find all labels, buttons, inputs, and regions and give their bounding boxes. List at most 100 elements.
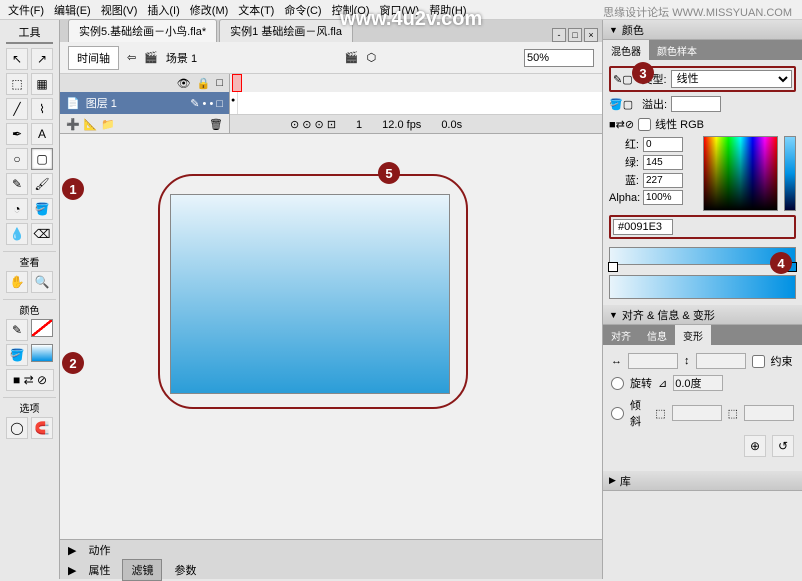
- copy-transform-button[interactable]: ⊕: [744, 435, 766, 457]
- add-layer-icon[interactable]: ➕: [66, 118, 80, 131]
- oval-tool[interactable]: ○: [6, 148, 28, 170]
- paint-bucket-tool[interactable]: 🪣: [31, 198, 53, 220]
- subselection-tool[interactable]: ↗: [31, 48, 53, 70]
- rotate-input[interactable]: [673, 375, 723, 391]
- gradient-stop-left[interactable]: [608, 262, 618, 272]
- back-icon[interactable]: ⇦: [127, 51, 136, 64]
- menu-window[interactable]: 窗口(W): [376, 0, 424, 20]
- actions-tab[interactable]: 动作: [80, 540, 118, 560]
- menu-edit[interactable]: 编辑(E): [50, 0, 95, 20]
- edit-scene-icon[interactable]: 🎬: [345, 51, 359, 64]
- info-tab[interactable]: 信息: [639, 325, 675, 345]
- selection-tool[interactable]: ↖: [6, 48, 28, 70]
- menu-modify[interactable]: 修改(M): [186, 0, 233, 20]
- scene-name[interactable]: 场景 1: [166, 50, 197, 66]
- timeline-button[interactable]: 时间轴: [68, 46, 119, 70]
- layer-row[interactable]: 📄 图层 1 ✎ • • □: [60, 92, 229, 114]
- window-maximize[interactable]: □: [568, 28, 582, 42]
- alpha-input[interactable]: [643, 190, 683, 205]
- reset-transform-button[interactable]: ↺: [772, 435, 794, 457]
- properties-tab[interactable]: 属性: [80, 560, 118, 580]
- toolbox-title: 工具: [6, 22, 53, 44]
- menu-file[interactable]: 文件(F): [4, 0, 48, 20]
- green-input[interactable]: [643, 155, 683, 170]
- onion-skin-icons[interactable]: ⊙ ⊙ ⊙ ⊡: [290, 118, 336, 131]
- menu-view[interactable]: 视图(V): [97, 0, 142, 20]
- swatches-tab[interactable]: 颜色样本: [649, 40, 705, 60]
- height-input[interactable]: [696, 353, 746, 369]
- lasso-tool[interactable]: ⌇: [31, 98, 53, 120]
- constrain-checkbox[interactable]: [752, 355, 765, 368]
- overflow-select[interactable]: [671, 96, 721, 112]
- red-input[interactable]: [643, 137, 683, 152]
- linear-rgb-checkbox[interactable]: [638, 118, 651, 131]
- rotate-radio[interactable]: [611, 377, 624, 390]
- skew-v-input[interactable]: [744, 405, 794, 421]
- align-tab[interactable]: 对齐: [603, 325, 639, 345]
- stroke-color-swatch[interactable]: [31, 319, 53, 337]
- library-panel-header[interactable]: ▶库: [603, 471, 802, 491]
- hand-tool[interactable]: ✋: [6, 271, 28, 293]
- option-object-drawing[interactable]: ◯: [6, 417, 28, 439]
- edit-symbols-icon[interactable]: ⬡: [367, 51, 377, 64]
- window-close[interactable]: ×: [584, 28, 598, 42]
- free-transform-tool[interactable]: ⬚: [6, 73, 28, 95]
- color-picker[interactable]: [703, 136, 778, 211]
- width-input[interactable]: [628, 353, 678, 369]
- text-tool[interactable]: A: [31, 123, 53, 145]
- fill-type-select[interactable]: 线性: [671, 70, 792, 88]
- skew-label: 倾斜: [630, 397, 649, 429]
- frame-row[interactable]: [230, 92, 602, 114]
- window-minimize[interactable]: -: [552, 28, 566, 42]
- zoom-select[interactable]: [524, 49, 594, 67]
- color-panel-header[interactable]: ▼颜色: [603, 20, 802, 40]
- outline-icon[interactable]: □: [216, 77, 223, 89]
- option-snap[interactable]: 🧲: [31, 417, 53, 439]
- drawn-rectangle[interactable]: [170, 194, 450, 394]
- color-controls[interactable]: ■ ⇄ ⊘: [6, 369, 54, 391]
- ink-bottle-tool[interactable]: ◔: [6, 198, 28, 220]
- eye-icon[interactable]: 👁: [177, 77, 191, 90]
- eraser-tool[interactable]: ⌫: [31, 223, 53, 245]
- layer-icon: 📄: [66, 97, 80, 110]
- pen-tool[interactable]: ✒: [6, 123, 28, 145]
- gradient-transform-tool[interactable]: ▦: [31, 73, 53, 95]
- color-mode-icons[interactable]: ■⇄⊘: [609, 118, 634, 131]
- menu-commands[interactable]: 命令(C): [280, 0, 325, 20]
- menu-text[interactable]: 文本(T): [234, 0, 278, 20]
- brush-tool[interactable]: 🖌: [31, 173, 53, 195]
- menu-insert[interactable]: 插入(I): [143, 0, 183, 20]
- skew-radio[interactable]: [611, 407, 624, 420]
- menu-help[interactable]: 帮助(H): [425, 0, 470, 20]
- rectangle-tool[interactable]: ▢: [31, 148, 53, 170]
- mixer-tab[interactable]: 混色器: [603, 40, 649, 60]
- delete-layer-icon[interactable]: 🗑: [209, 118, 223, 131]
- skew-h-input[interactable]: [672, 405, 722, 421]
- scene-icon: 🎬: [144, 51, 158, 64]
- doc-tab-active[interactable]: 实例5.基础绘画－小鸟.fla*: [68, 19, 217, 42]
- luminosity-bar[interactable]: [784, 136, 796, 211]
- filters-tab[interactable]: 滤镜: [122, 559, 162, 581]
- line-tool[interactable]: ╱: [6, 98, 28, 120]
- fill-color-swatch[interactable]: [31, 344, 53, 362]
- playhead[interactable]: [232, 74, 242, 92]
- gradient-editor[interactable]: [609, 247, 796, 265]
- eyedropper-tool[interactable]: 💧: [6, 223, 28, 245]
- transform-tab[interactable]: 变形: [675, 325, 711, 345]
- fill-swatch-icon[interactable]: 🪣▢: [609, 98, 633, 111]
- pencil-tool[interactable]: ✎: [6, 173, 28, 195]
- menu-control[interactable]: 控制(O): [328, 0, 374, 20]
- add-folder-icon[interactable]: 📁: [101, 118, 115, 131]
- align-panel-header[interactable]: ▼对齐 & 信息 & 变形: [603, 305, 802, 325]
- lock-icon[interactable]: 🔒: [197, 77, 211, 90]
- add-guide-icon[interactable]: 📐: [84, 118, 98, 131]
- doc-tab-inactive[interactable]: 实例1 基础绘画－风.fla: [219, 19, 353, 42]
- blue-input[interactable]: [643, 173, 683, 188]
- stroke-swatch-icon[interactable]: ✎▢: [613, 73, 633, 86]
- hex-input[interactable]: [613, 219, 673, 235]
- forum-credit: 思缘设计论坛 WWW.MISSYUAN.COM: [603, 4, 792, 20]
- frame-ruler[interactable]: [230, 74, 602, 92]
- stage[interactable]: 5: [60, 134, 602, 539]
- params-tab[interactable]: 参数: [166, 560, 204, 580]
- zoom-tool[interactable]: 🔍: [31, 271, 53, 293]
